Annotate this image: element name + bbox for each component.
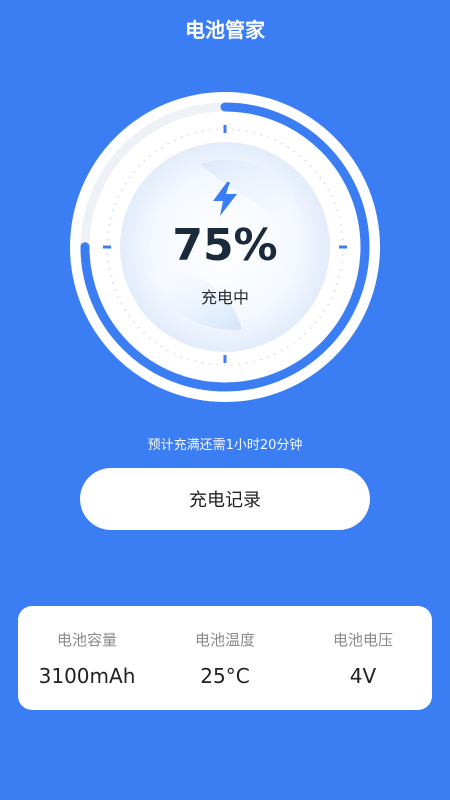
charge-record-button[interactable]: 充电记录 [80,468,370,530]
info-temperature: 电池温度 25°C [156,606,294,710]
info-value: 4V [349,663,377,688]
charging-status: 充电中 [200,288,249,307]
info-capacity: 电池容量 3100mAh [18,606,156,710]
page-title: 电池管家 [185,18,265,42]
battery-percent: 75% [172,220,278,271]
gauge-center: 75% 充电中 [70,92,380,402]
charge-time-estimate: 预计充满还需1小时20分钟 [147,438,303,453]
battery-info-card: 电池容量 3100mAh 电池温度 25°C 电池电压 4V [18,606,432,710]
info-label: 电池电压 [332,630,393,649]
battery-gauge: 75% 充电中 [70,92,380,402]
info-label: 电池容量 [56,630,117,649]
info-value: 3100mAh [38,663,136,688]
lightning-bolt-icon [213,182,237,216]
info-label: 电池温度 [194,630,255,649]
info-value: 25°C [200,663,250,688]
info-voltage: 电池电压 4V [294,606,432,710]
